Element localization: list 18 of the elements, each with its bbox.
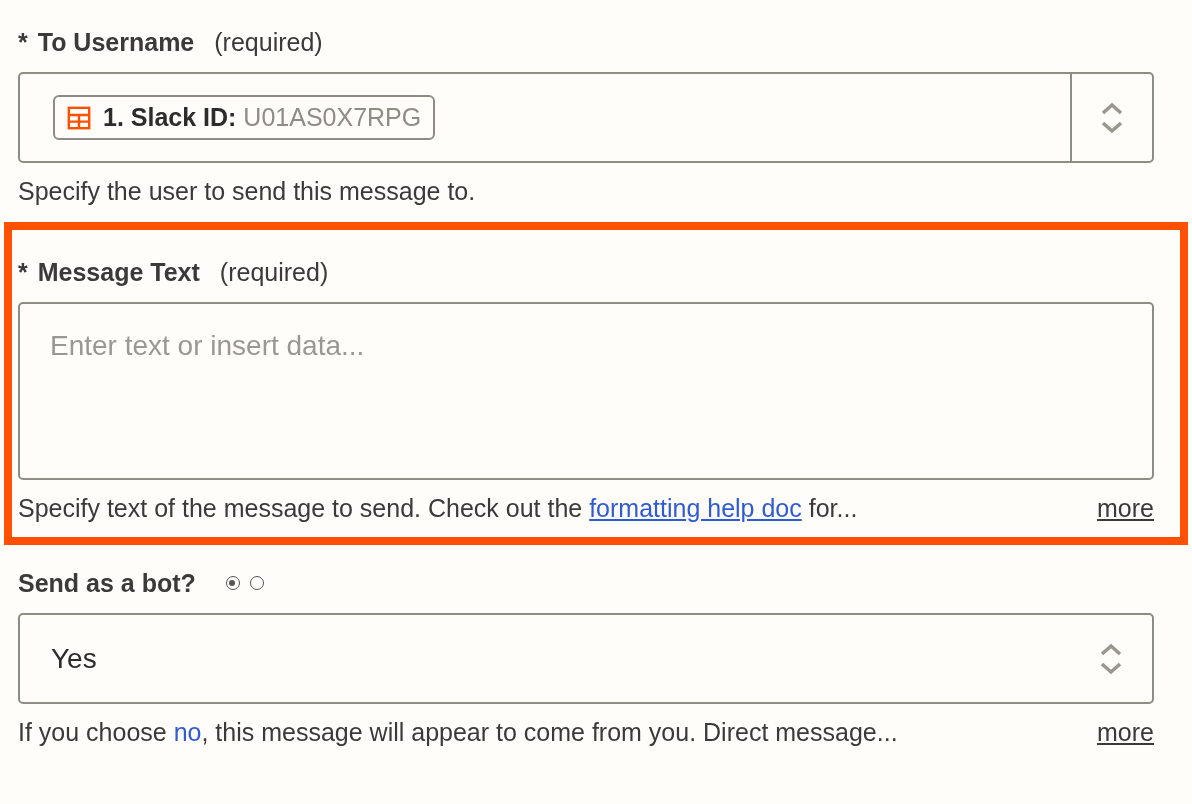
help-link[interactable]: no	[173, 718, 202, 746]
more-link[interactable]: more	[1097, 494, 1154, 523]
help-link[interactable]: formatting help doc	[589, 494, 802, 522]
help-text: Specify text of the message to send. Check out the formatting help doc for...	[18, 494, 858, 523]
required-asterisk: *	[18, 257, 28, 287]
field-label: Send as a bot?	[18, 568, 196, 598]
more-link[interactable]: more	[1097, 718, 1154, 747]
select-field[interactable]: 1. Slack ID: U01AS0X7RPG	[18, 72, 1154, 163]
required-note: (required)	[214, 27, 323, 57]
help-text: If you choose no, this message will appear to come from you. Direct message...	[18, 718, 898, 747]
select-field[interactable]: Yes	[18, 613, 1154, 704]
required-note: (required)	[219, 257, 329, 287]
required-asterisk: *	[18, 27, 28, 57]
help-text: Specify the user to send this message to.	[18, 177, 476, 206]
field-label: Message Text	[37, 257, 200, 287]
table-icon	[67, 105, 91, 130]
data-token[interactable]: 1. Slack ID: U01AS0X7RPG	[53, 95, 436, 140]
field-label: To Username	[37, 27, 195, 57]
